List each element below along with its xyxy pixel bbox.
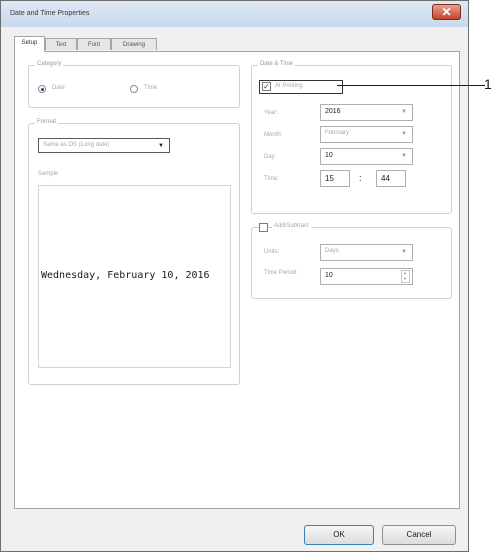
chevron-down-icon: ▼ <box>158 143 164 149</box>
year-value: 2016 <box>325 108 341 115</box>
chevron-down-icon: ▼ <box>401 131 407 137</box>
ok-button[interactable]: OK <box>304 525 374 545</box>
date-radio-label: Date <box>52 85 65 91</box>
spin-up-icon[interactable]: ▲ <box>403 270 407 275</box>
time-radio[interactable] <box>130 85 138 93</box>
time-period-label: Time Period: <box>264 270 298 276</box>
day-value: 10 <box>325 152 333 159</box>
month-select[interactable]: February ▼ <box>320 126 413 143</box>
hour-field[interactable]: 15 <box>320 170 350 187</box>
callout-line <box>337 85 485 86</box>
close-icon: ✕ <box>441 5 452 19</box>
day-select[interactable]: 10 ▼ <box>320 148 413 165</box>
cancel-button[interactable]: Cancel <box>382 525 456 545</box>
chevron-down-icon: ▼ <box>401 109 407 115</box>
time-separator: : <box>359 173 362 183</box>
date-radio[interactable] <box>38 85 46 93</box>
units-select[interactable]: Days ▼ <box>320 244 413 261</box>
chevron-down-icon: ▼ <box>401 153 407 159</box>
time-period-value: 10 <box>325 272 333 279</box>
hour-value: 15 <box>325 174 334 183</box>
time-radio-label: Time <box>144 85 158 91</box>
units-value: Days <box>325 248 339 254</box>
sample-label: Sample <box>38 171 59 177</box>
category-label: Category <box>35 61 64 67</box>
chevron-down-icon: ▼ <box>401 249 407 255</box>
at-printing-label: At Printing <box>275 83 303 89</box>
format-select[interactable]: Same as OS (Long date) ▼ <box>38 138 170 153</box>
time-label: Time: <box>264 176 279 182</box>
day-label: Day: <box>264 154 277 160</box>
date-time-group: Date & Time ✓ At Printing Year: 2016 ▼ M… <box>251 61 452 214</box>
tab-drawing[interactable]: Drawing <box>111 38 157 50</box>
callout-number: 1 <box>484 76 492 92</box>
add-subtract-group: Add/Subtract Units: Days ▼ Time Period: … <box>251 223 452 299</box>
year-label: Year: <box>264 110 278 116</box>
tab-text[interactable]: Text <box>45 38 77 50</box>
month-value: February <box>325 130 350 136</box>
close-button[interactable]: ✕ <box>432 4 461 20</box>
spin-down-icon[interactable]: ▼ <box>403 276 407 281</box>
units-label: Units: <box>264 249 280 255</box>
month-label: Month: <box>264 132 283 138</box>
at-printing-checkbox[interactable]: ✓ <box>262 82 271 91</box>
minute-value: 44 <box>381 174 390 183</box>
dialog-window: Date and Time Properties ✕ Setup Text Fo… <box>0 0 469 552</box>
date-time-label: Date & Time <box>258 61 296 67</box>
title-bar[interactable]: Date and Time Properties ✕ <box>1 1 468 27</box>
format-group: Format Same as OS (Long date) ▼ Sample W… <box>28 119 240 385</box>
sample-preview: Wednesday, February 10, 2016 <box>38 185 231 368</box>
category-group: Category Date Time <box>28 61 240 108</box>
spin-buttons[interactable]: ▲ ▼ <box>401 270 410 283</box>
format-select-value: Same as OS (Long date) <box>43 142 110 148</box>
add-subtract-label: Add/Subtract <box>272 223 311 229</box>
add-subtract-checkbox[interactable] <box>259 223 268 232</box>
year-select[interactable]: 2016 ▼ <box>320 104 413 121</box>
tab-setup[interactable]: Setup <box>14 36 45 52</box>
setup-panel: Category Date Time Format Same as OS (Lo… <box>14 51 460 509</box>
window-title: Date and Time Properties <box>10 10 90 17</box>
minute-field[interactable]: 44 <box>376 170 406 187</box>
time-period-field[interactable]: 10 ▲ ▼ <box>320 268 413 285</box>
format-label: Format <box>35 119 59 125</box>
tab-font[interactable]: Font <box>77 38 111 50</box>
sample-text: Wednesday, February 10, 2016 <box>41 270 210 281</box>
